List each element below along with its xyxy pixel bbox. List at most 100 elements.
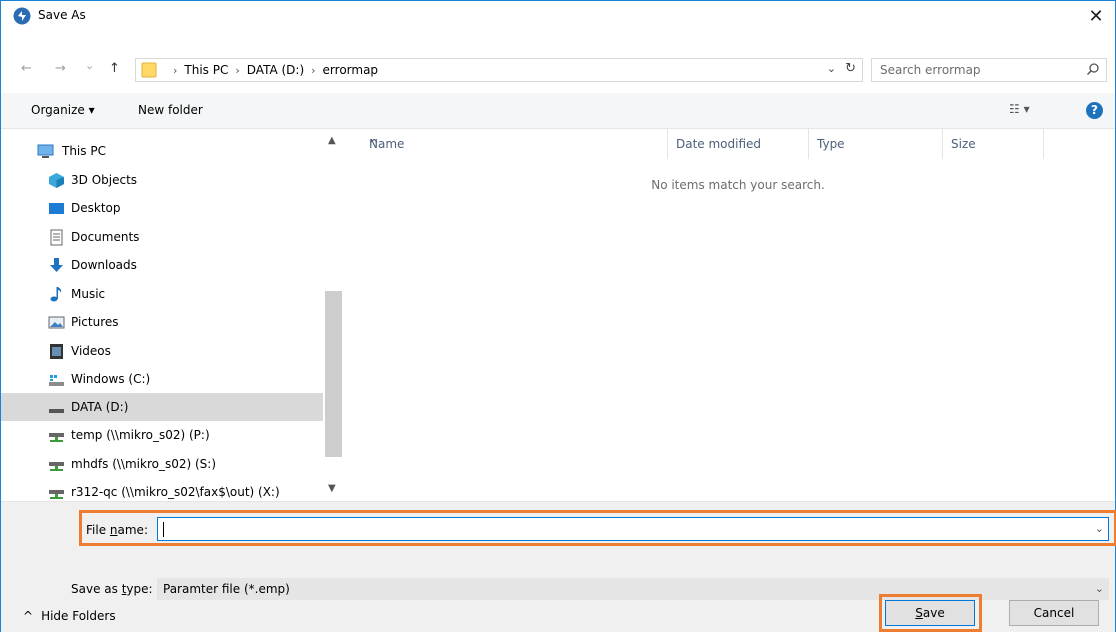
organize-button[interactable]: Organize ▾ <box>31 103 95 117</box>
column-header-label: Size <box>951 137 976 151</box>
nav-item-windows-c[interactable]: Windows (C:) <box>1 365 323 393</box>
column-header-type[interactable]: Type <box>809 129 943 159</box>
music-icon <box>50 287 62 302</box>
nav-item-label: Desktop <box>71 201 121 215</box>
nav-item-label: DATA (D:) <box>71 400 129 414</box>
up-icon[interactable]: ↑ <box>109 61 120 76</box>
label-part: Save as <box>71 582 122 596</box>
app-logo-icon <box>13 7 31 25</box>
nav-item-label: Windows (C:) <box>71 372 151 386</box>
nav-item-label: mhdfs (\\mikro_s02) (S:) <box>71 457 216 471</box>
text-caret <box>163 522 164 537</box>
nav-item-pictures[interactable]: Pictures <box>1 308 323 336</box>
hide-folders-label: Hide Folders <box>41 609 116 623</box>
nav-item-label: Downloads <box>71 258 137 272</box>
chevron-down-icon[interactable]: ⌄ <box>827 62 836 75</box>
refresh-icon[interactable]: ↻ <box>845 61 856 76</box>
nav-item-documents[interactable]: Documents <box>1 223 323 251</box>
nav-scrollbar[interactable]: ▲ ▼ <box>323 129 343 501</box>
chevron-right-icon[interactable]: › <box>311 64 315 77</box>
desktop-icon <box>49 203 64 214</box>
nav-item-temp-p[interactable]: temp (\\mikro_s02) (P:) <box>1 421 323 449</box>
view-options-icon[interactable]: ☷ ▾ <box>1009 102 1030 116</box>
network-drive-icon <box>49 433 64 442</box>
search-input[interactable] <box>880 62 1070 78</box>
nav-item-3d-objects[interactable]: 3D Objects <box>1 166 323 194</box>
address-row: ← → ⌄ ↑ › This PC › DATA (D:) › errormap… <box>1 53 1115 87</box>
nav-item-downloads[interactable]: Downloads <box>1 251 323 279</box>
new-folder-button[interactable]: New folder <box>138 103 203 117</box>
nav-item-r312-qc-x[interactable]: r312-qc (\\mikro_s02\fax$\out) (X:) <box>1 478 323 501</box>
pictures-icon <box>48 316 65 329</box>
nav-item-label: r312-qc (\\mikro_s02\fax$\out) (X:) <box>71 485 280 499</box>
breadcrumb-data-drive[interactable]: DATA (D:) <box>247 63 304 77</box>
forward-icon[interactable]: → <box>55 61 66 76</box>
search-box <box>871 58 1107 82</box>
empty-message: No items match your search. <box>651 178 825 192</box>
file-name-label: File name: <box>86 523 148 537</box>
hide-folders-button[interactable]: ^ Hide Folders <box>23 609 116 623</box>
nav-item-label: temp (\\mikro_s02) (P:) <box>71 428 210 442</box>
nav-item-label: Documents <box>71 230 140 244</box>
title-bar: Save As ✕ <box>1 1 1115 31</box>
label-accelerator: S <box>915 606 923 620</box>
label-accelerator: n <box>109 523 118 537</box>
label-part: File <box>86 523 110 537</box>
nav-item-videos[interactable]: Videos <box>1 337 323 365</box>
chevron-right-icon[interactable]: › <box>235 64 239 77</box>
network-drive-icon <box>49 490 64 499</box>
column-header-size[interactable]: Size <box>943 129 1044 159</box>
scroll-up-icon[interactable]: ▲ <box>328 135 336 146</box>
back-icon[interactable]: ← <box>21 61 32 76</box>
nav-item-label: 3D Objects <box>71 173 138 187</box>
address-bar[interactable]: › This PC › DATA (D:) › errormap ⌄ ↻ <box>135 58 863 82</box>
documents-icon <box>50 229 63 246</box>
search-icon[interactable] <box>1086 62 1100 76</box>
save-as-type-value: Paramter file (*.emp) <box>163 582 290 596</box>
recent-locations-icon[interactable]: ⌄ <box>85 59 94 72</box>
navigation-pane: This PC 3D Objects Desktop Documents Dow… <box>1 129 343 501</box>
chevron-right-icon: › <box>173 63 178 77</box>
breadcrumb-errormap[interactable]: errormap <box>323 63 379 77</box>
column-header-label: Type <box>817 137 845 151</box>
nav-item-label: Pictures <box>71 315 119 329</box>
windows-drive-icon <box>49 375 64 386</box>
computer-icon <box>37 144 54 158</box>
save-options-panel: File name: ⌄ Save as type: Paramter file… <box>1 501 1116 632</box>
chevron-down-icon[interactable]: ⌄ <box>1095 582 1104 595</box>
scrollbar-thumb[interactable] <box>325 291 342 457</box>
breadcrumb-this-pc[interactable]: This PC <box>184 63 228 77</box>
save-button[interactable]: Save <box>885 600 975 626</box>
column-header-name[interactable]: Name ^ <box>361 129 668 159</box>
column-header-label: Date modified <box>676 137 762 151</box>
save-as-dialog: Save As ✕ ← → ⌄ ↑ › This PC › DATA (D:) … <box>0 0 1116 632</box>
command-bar: Organize ▾ New folder ☷ ▾ ? <box>1 93 1115 129</box>
label-part: ame: <box>117 523 148 537</box>
folder-icon <box>141 62 157 78</box>
nav-item-this-pc[interactable]: This PC <box>1 137 323 165</box>
label-part: ave <box>922 606 945 620</box>
nav-item-mhdfs-s[interactable]: mhdfs (\\mikro_s02) (S:) <box>1 450 323 478</box>
save-as-type-label: Save as type: <box>71 582 153 596</box>
sort-ascending-icon: ^ <box>369 137 380 151</box>
scroll-down-icon[interactable]: ▼ <box>328 483 336 494</box>
nav-item-music[interactable]: Music <box>1 280 323 308</box>
help-icon[interactable]: ? <box>1086 102 1103 119</box>
nav-item-desktop[interactable]: Desktop <box>1 194 323 222</box>
nav-item-label: Music <box>71 287 106 301</box>
drive-icon <box>49 409 64 413</box>
downloads-icon <box>50 258 63 272</box>
cancel-button[interactable]: Cancel <box>1009 600 1099 626</box>
close-icon[interactable]: ✕ <box>1083 3 1109 29</box>
chevron-up-icon: ^ <box>23 609 34 623</box>
file-name-input[interactable]: ⌄ <box>157 517 1109 541</box>
chevron-down-icon[interactable]: ⌄ <box>1095 522 1104 535</box>
nav-item-label: Videos <box>71 344 111 358</box>
videos-icon <box>50 344 63 359</box>
3d-objects-icon <box>49 173 64 188</box>
network-drive-icon <box>49 462 64 471</box>
file-list: Name ^ Date modified Type Size No items … <box>343 129 1115 501</box>
column-header-date-modified[interactable]: Date modified <box>668 129 809 159</box>
nav-item-data-d[interactable]: DATA (D:) <box>1 393 323 421</box>
window-title: Save As <box>38 8 86 22</box>
